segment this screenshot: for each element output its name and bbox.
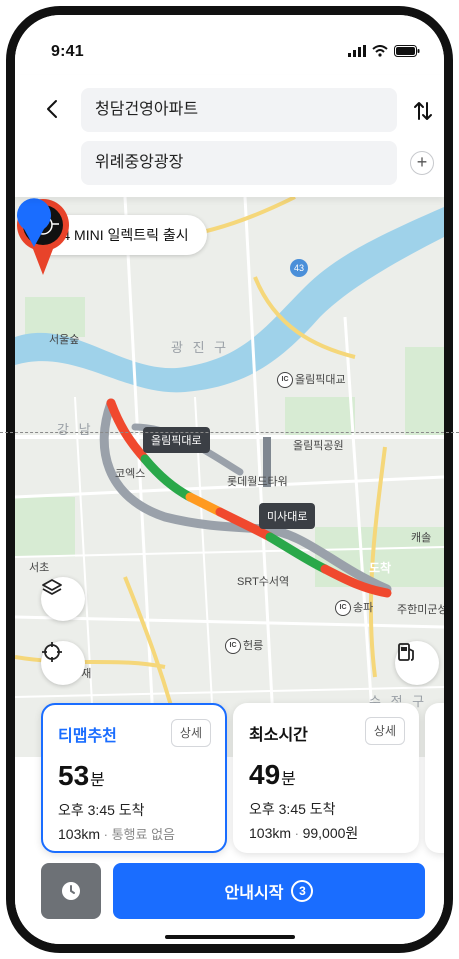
label-heonreung: IC 헌릉 — [225, 637, 263, 655]
route-cards: 티맵추천 상세 53분 오후 3:45 도착 103km · 통행료 없음 최소… — [15, 703, 444, 863]
label-seoul-forest: 서울숲 — [49, 334, 80, 346]
origin-input[interactable]: 청담건영아파트 — [81, 88, 397, 132]
route-duration: 53분 — [58, 760, 105, 791]
home-indicator — [165, 935, 295, 939]
route-card-fastest[interactable]: 최소시간 상세 49분 오후 3:45 도착 103km · 99,000원 — [233, 703, 419, 853]
route-segment-1 — [106, 398, 150, 464]
route-meta: 103km · 통행료 없음 — [58, 826, 176, 842]
departure-time-button[interactable] — [41, 863, 101, 919]
status-icons — [348, 45, 420, 57]
label-gwangjin: 광 진 구 — [171, 340, 230, 355]
route-detail-button[interactable]: 상세 — [170, 719, 211, 747]
end-pin-icon — [17, 198, 51, 247]
crosshair-icon — [42, 642, 62, 662]
label-lotte-world-tower: 롯데월드타워 — [227, 476, 288, 488]
route-duration: 49분 — [249, 759, 296, 790]
start-guidance-button[interactable]: 안내시작 3 — [113, 863, 425, 919]
label-hanmigun: 주한미군성남 — [397, 604, 444, 616]
swap-vertical-icon[interactable] — [411, 99, 435, 123]
countdown-badge: 3 — [291, 880, 314, 902]
clock-icon — [62, 882, 80, 900]
map-view[interactable]: 서울숲 광 진 구 강 남 IC 올림픽대교 올림픽공원 롯데월드타워 코엑스 S… — [15, 197, 444, 757]
fuel-pump-icon — [398, 643, 414, 661]
label-songpa: IC 송파 — [335, 599, 373, 617]
locate-button[interactable] — [41, 641, 85, 685]
label-olympic-park: 올림픽공원 — [293, 440, 344, 452]
chevron-left-icon[interactable] — [41, 97, 65, 121]
label-gangnam: 강 남 — [57, 422, 94, 437]
battery-icon — [394, 45, 420, 57]
wifi-icon — [372, 45, 388, 57]
signal-icon — [348, 45, 366, 57]
bottom-bar: 안내시작 3 — [15, 863, 444, 944]
route-segment-3 — [185, 492, 225, 517]
road-43-shield: 43 — [290, 259, 308, 277]
route-tag-olympic: 올림픽대로 — [143, 427, 210, 453]
route-arrival: 오후 3:45 도착 — [58, 802, 145, 818]
status-time: 9:41 — [51, 43, 84, 60]
status-bar: 9:41 — [15, 15, 444, 75]
route-meta: 103km · 99,000원 — [249, 825, 359, 841]
label-coex: 코엑스 — [115, 468, 146, 480]
end-pin-label: 도착 — [368, 561, 392, 575]
guide-line — [0, 432, 459, 433]
start-guidance-label: 안내시작 — [224, 885, 284, 902]
route-card-recommended[interactable]: 티맵추천 상세 53분 오후 3:45 도착 103km · 통행료 없음 — [41, 703, 227, 853]
plus-icon[interactable]: + — [410, 151, 434, 175]
search-panel: 청담건영아파트 위례중앙광장 + — [15, 75, 444, 197]
label-olympic-bridge: IC 올림픽대교 — [277, 371, 346, 389]
fuel-button[interactable] — [395, 641, 439, 685]
ic-badge: IC — [277, 372, 293, 389]
destination-input[interactable]: 위례중앙광장 — [81, 141, 397, 185]
route-tag-misa: 미사대로 — [259, 503, 316, 529]
phone-frame: 9:41 청담건영아파트 위례중앙광장 + 서울숲 광 진 구 강 남 IC 올… — [6, 6, 453, 953]
label-catholic: 캐솔 — [411, 532, 432, 544]
route-detail-button[interactable]: 상세 — [364, 717, 405, 745]
route-arrival: 오후 3:45 도착 — [249, 801, 336, 817]
route-card-peek[interactable] — [425, 703, 444, 853]
layers-button[interactable] — [41, 577, 85, 621]
label-srt-suseo: SRT수서역 — [237, 576, 290, 588]
label-seocho: 서초 — [29, 562, 50, 574]
layers-icon — [42, 579, 62, 595]
screen: 9:41 청담건영아파트 위례중앙광장 + 서울숲 광 진 구 강 남 IC 올… — [15, 15, 444, 944]
